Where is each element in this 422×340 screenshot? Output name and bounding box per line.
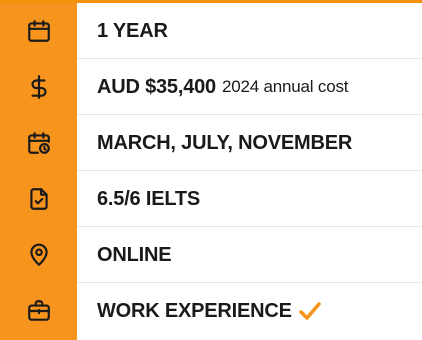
fact-row-work-experience: WORK EXPERIENCE bbox=[0, 283, 422, 339]
location-pin-icon bbox=[0, 227, 77, 283]
fact-row-english: 6.5/6 IELTS bbox=[0, 171, 422, 227]
checkmark-icon bbox=[298, 300, 322, 322]
english-requirement-text: 6.5/6 IELTS bbox=[97, 187, 201, 210]
course-facts-card: 1 YEAR AUD $35,400 2024 annual cost MARC… bbox=[0, 0, 422, 340]
fact-row-cost: AUD $35,400 2024 annual cost bbox=[0, 59, 422, 115]
cost-text: AUD $35,400 2024 annual cost bbox=[97, 59, 348, 115]
duration-text: 1 YEAR bbox=[97, 19, 168, 42]
work-experience-label: WORK EXPERIENCE bbox=[97, 299, 292, 322]
work-experience-text: WORK EXPERIENCE bbox=[97, 283, 322, 339]
document-check-icon bbox=[0, 171, 77, 227]
calendar-clock-icon bbox=[0, 115, 77, 171]
calendar-icon bbox=[0, 3, 77, 59]
briefcase-icon bbox=[0, 283, 77, 339]
fact-row-intakes: MARCH, JULY, NOVEMBER bbox=[0, 115, 422, 171]
fact-row-duration: 1 YEAR bbox=[0, 3, 422, 59]
delivery-mode-text: ONLINE bbox=[97, 243, 172, 266]
intakes-text: MARCH, JULY, NOVEMBER bbox=[97, 131, 353, 154]
fact-row-delivery: ONLINE bbox=[0, 227, 422, 283]
cost-amount: AUD $35,400 bbox=[97, 75, 216, 98]
cost-note: 2024 annual cost bbox=[221, 77, 349, 96]
dollar-icon bbox=[0, 59, 77, 115]
